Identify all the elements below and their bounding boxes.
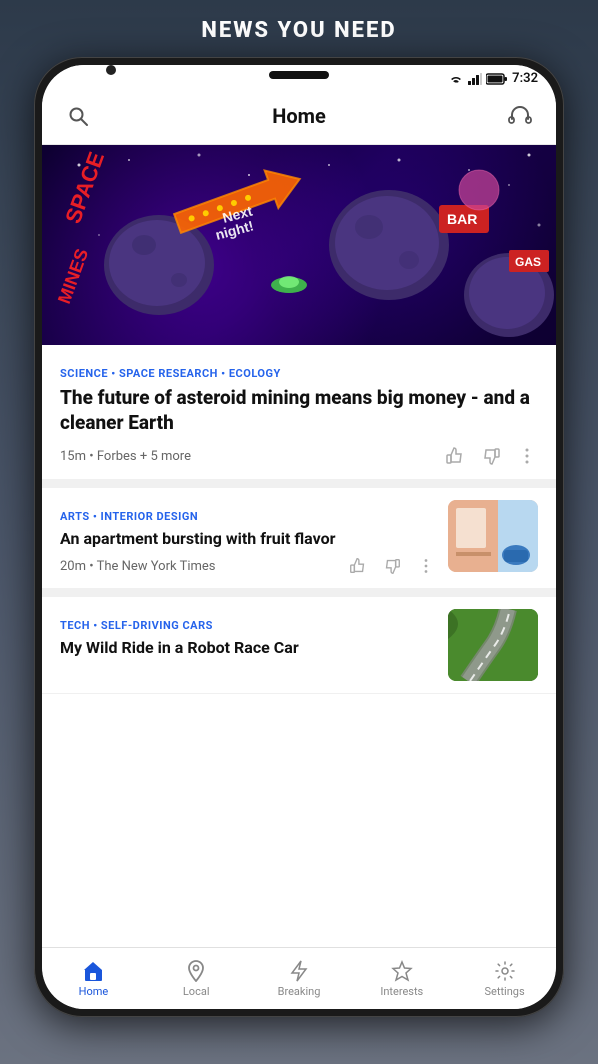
article-3-content: TECH • SELF-DRIVING CARS My Wild Ride in… <box>60 609 436 665</box>
svg-text:GAS: GAS <box>515 255 541 269</box>
search-icon <box>67 105 89 127</box>
nav-home[interactable]: Home <box>42 948 145 1009</box>
article-3: TECH • SELF-DRIVING CARS My Wild Ride in… <box>42 597 556 694</box>
article-2-category: ARTS • INTERIOR DESIGN <box>60 510 436 523</box>
divider-1 <box>42 480 556 488</box>
settings-nav-icon <box>493 959 517 983</box>
interests-nav-icon <box>390 959 414 983</box>
article-2-meta: 20m • The New York Times <box>60 559 216 574</box>
status-icons: 7:32 <box>448 71 538 86</box>
nav-local-label: Local <box>183 985 210 998</box>
hero-illustration: SPACE MINES Next night! BAR GAS <box>42 145 556 345</box>
bottom-nav: Home Local Breaking <box>42 947 556 1009</box>
nav-home-label: Home <box>79 985 109 998</box>
svg-text:BAR: BAR <box>447 211 477 227</box>
home-icon <box>81 960 105 982</box>
content-area: SPACE MINES Next night! BAR GAS <box>42 145 556 947</box>
nav-interests[interactable]: Interests <box>350 948 453 1009</box>
nav-settings-label: Settings <box>485 985 525 998</box>
nav-breaking-label: Breaking <box>278 985 321 998</box>
breaking-nav-icon <box>287 959 311 983</box>
battery-icon <box>486 73 508 85</box>
article-2-thumbup[interactable] <box>348 556 368 576</box>
article-2-meta-row: 20m • The New York Times <box>60 556 436 576</box>
article-1-meta: 15m • Forbes + 5 more <box>60 449 191 464</box>
top-bar: Home <box>42 90 556 145</box>
search-button[interactable] <box>60 98 96 134</box>
more-icon <box>516 445 538 467</box>
article-1-meta-row: 15m • Forbes + 5 more <box>60 445 538 467</box>
article-3-thumbnail <box>448 609 538 681</box>
article-2: ARTS • INTERIOR DESIGN An apartment burs… <box>42 488 556 589</box>
apt-illustration <box>448 500 538 572</box>
article-2-actions <box>348 556 436 576</box>
status-time: 7:32 <box>512 71 538 86</box>
wifi-icon <box>448 73 464 85</box>
article-1-category: SCIENCE • SPACE RESEARCH • ECOLOGY <box>60 367 538 380</box>
article-2-thumbnail <box>448 500 538 572</box>
article-3-category: TECH • SELF-DRIVING CARS <box>60 619 436 632</box>
article-1-more[interactable] <box>516 445 538 467</box>
nav-breaking[interactable]: Breaking <box>248 948 351 1009</box>
star-icon <box>391 960 413 982</box>
breaking-icon <box>288 960 310 982</box>
phone-screen: 7:32 Home <box>42 65 556 1009</box>
article-1-title: The future of asteroid mining means big … <box>60 386 538 435</box>
car-thumbnail-bg <box>448 609 538 681</box>
headphones-icon <box>508 105 532 127</box>
article-1-thumbup[interactable] <box>444 445 466 467</box>
top-bar-title: Home <box>272 104 326 128</box>
car-illustration <box>448 609 538 681</box>
apt-thumbnail-bg <box>448 500 538 572</box>
more-icon-2 <box>416 556 436 576</box>
thumbup-icon <box>444 445 466 467</box>
article-2-more[interactable] <box>416 556 436 576</box>
nav-interests-label: Interests <box>380 985 423 998</box>
thumbdown-icon <box>480 445 502 467</box>
home-nav-icon <box>81 959 105 983</box>
svg-text:SPACE: SPACE <box>60 148 109 226</box>
phone-camera <box>106 65 116 75</box>
svg-text:night!: night! <box>214 217 256 243</box>
svg-text:MINES: MINES <box>54 246 92 306</box>
article-2-thumbdown[interactable] <box>382 556 402 576</box>
thumbup-icon-2 <box>348 556 368 576</box>
hero-image: SPACE MINES Next night! BAR GAS <box>42 145 556 345</box>
divider-2 <box>42 589 556 597</box>
article-1-thumbdown[interactable] <box>480 445 502 467</box>
article-1: SCIENCE • SPACE RESEARCH • ECOLOGY The f… <box>42 345 556 480</box>
article-2-title: An apartment bursting with fruit flavor <box>60 529 436 550</box>
phone-frame: 7:32 Home <box>34 57 564 1017</box>
local-nav-icon <box>184 959 208 983</box>
headphones-button[interactable] <box>502 98 538 134</box>
thumbdown-icon-2 <box>382 556 402 576</box>
signal-icon <box>468 73 482 85</box>
article-3-title: My Wild Ride in a Robot Race Car <box>60 638 436 659</box>
page-title: NEWS YOU NEED <box>0 0 598 57</box>
article-1-actions <box>444 445 538 467</box>
nav-settings[interactable]: Settings <box>453 948 556 1009</box>
settings-icon <box>494 960 516 982</box>
nav-local[interactable]: Local <box>145 948 248 1009</box>
phone-notch <box>269 71 329 79</box>
location-icon <box>186 960 206 982</box>
article-2-content: ARTS • INTERIOR DESIGN An apartment burs… <box>60 500 436 576</box>
